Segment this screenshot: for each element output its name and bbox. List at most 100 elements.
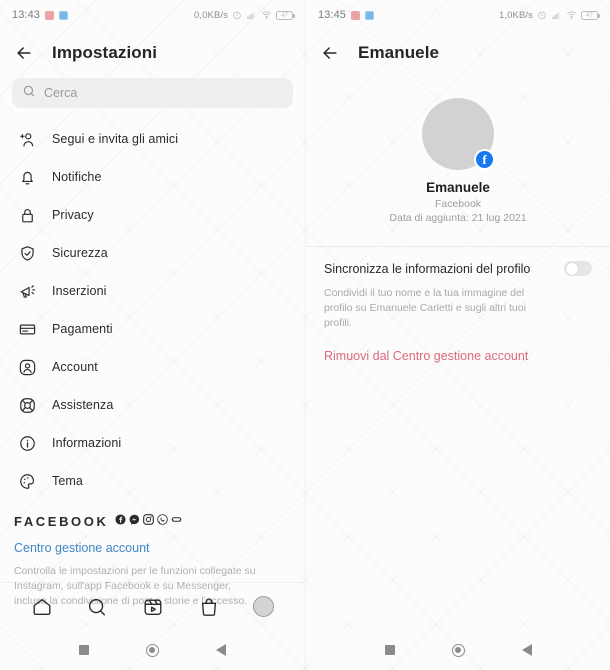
- centro-gestione-account-link[interactable]: Centro gestione account: [14, 541, 291, 555]
- network-speed: 0,0KB/s: [194, 9, 228, 21]
- tab-profile[interactable]: [253, 596, 275, 617]
- profile-added-date: Data di aggiunta: 21 lug 2021: [389, 212, 527, 224]
- sync-profile-label: Sincronizza le informazioni del profilo: [324, 261, 531, 276]
- megaphone-icon: [17, 281, 38, 302]
- back-triangle-icon[interactable]: [216, 644, 227, 656]
- status-bar-right-group: 0,0KB/s 47: [194, 9, 295, 21]
- recents-square-icon[interactable]: [78, 645, 89, 655]
- bell-icon: [17, 167, 38, 188]
- signal-icon: [246, 10, 257, 20]
- screenshot-root: 13:43 0,0KB/s 47 Impostazioni Cerca Segu…: [0, 0, 610, 670]
- sidebar-item-informazioni[interactable]: Informazioni: [0, 424, 305, 462]
- page-title: Emanuele: [358, 43, 440, 62]
- facebook-wordmark: FACEBOOK: [14, 513, 109, 529]
- sidebar-item-account[interactable]: Account: [0, 348, 305, 386]
- sync-profile-description: Condividi il tuo nome e la tua immagine …: [324, 287, 526, 329]
- battery-icon: 47: [276, 10, 295, 20]
- sidebar-item-label: Assistenza: [52, 398, 114, 412]
- back-arrow-icon[interactable]: [14, 43, 34, 63]
- shield-check-icon: [17, 243, 38, 264]
- battery-icon: 47: [581, 10, 600, 20]
- facebook-badge-icon: f: [474, 149, 495, 170]
- sync-profile-toggle[interactable]: [564, 261, 592, 276]
- sidebar-item-pagamenti[interactable]: Pagamenti: [0, 310, 305, 348]
- recents-square-icon[interactable]: [384, 645, 395, 655]
- profile-platform: Facebook: [434, 198, 482, 210]
- sidebar-item-label: Privacy: [52, 208, 94, 222]
- wifi-icon: [566, 10, 577, 20]
- avatar-icon: [253, 596, 275, 617]
- facebook-icon: [115, 512, 127, 530]
- back-arrow-icon[interactable]: [320, 43, 340, 63]
- bottom-tab-bar: [0, 582, 305, 630]
- instagram-icon: [143, 512, 155, 530]
- profile-header: f Emanuele Facebook Data di aggiunta: 21…: [306, 76, 610, 224]
- sidebar-item-label: Account: [52, 360, 98, 374]
- sidebar-item-inserzioni[interactable]: Inserzioni: [0, 272, 305, 310]
- status-clock: 13:45: [318, 9, 347, 21]
- sidebar-item-label: Informazioni: [52, 436, 122, 450]
- app-bar-right: Emanuele: [306, 30, 610, 76]
- facebook-badge-glyph: f: [476, 151, 493, 168]
- facebook-brand-row: FACEBOOK: [14, 512, 291, 530]
- sidebar-item-sicurezza[interactable]: Sicurezza: [0, 234, 305, 272]
- android-nav-bar-left: [0, 630, 305, 670]
- profile-panel: 13:45 1,0KB/s 47 Emanuele f Emanuele Fac…: [305, 0, 610, 670]
- avatar[interactable]: f: [422, 98, 495, 170]
- search-input[interactable]: [44, 86, 283, 100]
- telegram-icon: [59, 10, 69, 20]
- palette-icon: [17, 471, 38, 492]
- lock-icon: [17, 205, 38, 226]
- tab-home[interactable]: [31, 596, 53, 618]
- alarm-icon: [232, 10, 242, 20]
- sidebar-item-label: Sicurezza: [52, 246, 108, 260]
- whatsapp-icon: [157, 512, 169, 530]
- status-bar-left-group: 13:43: [12, 9, 69, 21]
- battery-level: 47: [586, 12, 593, 19]
- battery-level: 47: [281, 12, 288, 19]
- sidebar-item-assistenza[interactable]: Assistenza: [0, 386, 305, 424]
- search-box[interactable]: [12, 78, 293, 108]
- portal-icon: [171, 512, 182, 530]
- messenger-icon: [351, 10, 361, 20]
- page-title: Impostazioni: [52, 43, 158, 62]
- status-bar-right-group: 1,0KB/s 47: [499, 10, 600, 21]
- person-add-icon: [17, 129, 38, 150]
- status-bar-left: 13:43 0,0KB/s 47: [0, 0, 305, 30]
- status-bar-right: 13:45 1,0KB/s 47: [306, 0, 610, 30]
- status-bar-left-group: 13:45: [318, 9, 375, 21]
- toggle-knob: [565, 262, 578, 275]
- sidebar-item-label: Pagamenti: [52, 322, 113, 336]
- credit-card-icon: [17, 319, 38, 340]
- lifebuoy-icon: [17, 395, 38, 416]
- sidebar-item-notifiche[interactable]: Notifiche: [0, 158, 305, 196]
- facebook-brand-icons: [115, 512, 182, 530]
- remove-from-account-center-link[interactable]: Rimuovi dal Centro gestione account: [306, 331, 610, 363]
- settings-panel: 13:43 0,0KB/s 47 Impostazioni Cerca Segu…: [0, 0, 305, 670]
- sidebar-item-label: Notifiche: [52, 170, 102, 184]
- app-bar-left: Impostazioni: [0, 30, 305, 76]
- settings-list: Segui e invita gli amici Notifiche Priva…: [0, 118, 305, 500]
- sync-profile-row[interactable]: Sincronizza le informazioni del profilo: [306, 247, 610, 276]
- sidebar-item-label: Inserzioni: [52, 284, 107, 298]
- messenger-icon: [129, 512, 140, 530]
- tab-reels[interactable]: [142, 596, 164, 618]
- back-triangle-icon[interactable]: [521, 644, 532, 656]
- sidebar-item-segui-invita-amici[interactable]: Segui e invita gli amici: [0, 120, 305, 158]
- tab-search[interactable]: [86, 596, 108, 618]
- search-icon: [22, 84, 36, 103]
- sidebar-item-privacy[interactable]: Privacy: [0, 196, 305, 234]
- tab-shop[interactable]: [198, 596, 220, 618]
- sidebar-item-label: Segui e invita gli amici: [52, 132, 179, 146]
- signal-icon: [551, 10, 562, 20]
- home-circle-icon[interactable]: [451, 643, 465, 657]
- info-circle-icon: [17, 433, 38, 454]
- sidebar-item-label: Tema: [52, 474, 83, 488]
- messenger-icon: [45, 10, 55, 20]
- home-circle-icon[interactable]: [145, 643, 159, 657]
- profile-name: Emanuele: [426, 180, 490, 195]
- alarm-icon: [537, 10, 547, 20]
- android-nav-bar-right: [306, 630, 610, 670]
- sidebar-item-tema[interactable]: Tema: [0, 462, 305, 500]
- wifi-icon: [261, 10, 272, 20]
